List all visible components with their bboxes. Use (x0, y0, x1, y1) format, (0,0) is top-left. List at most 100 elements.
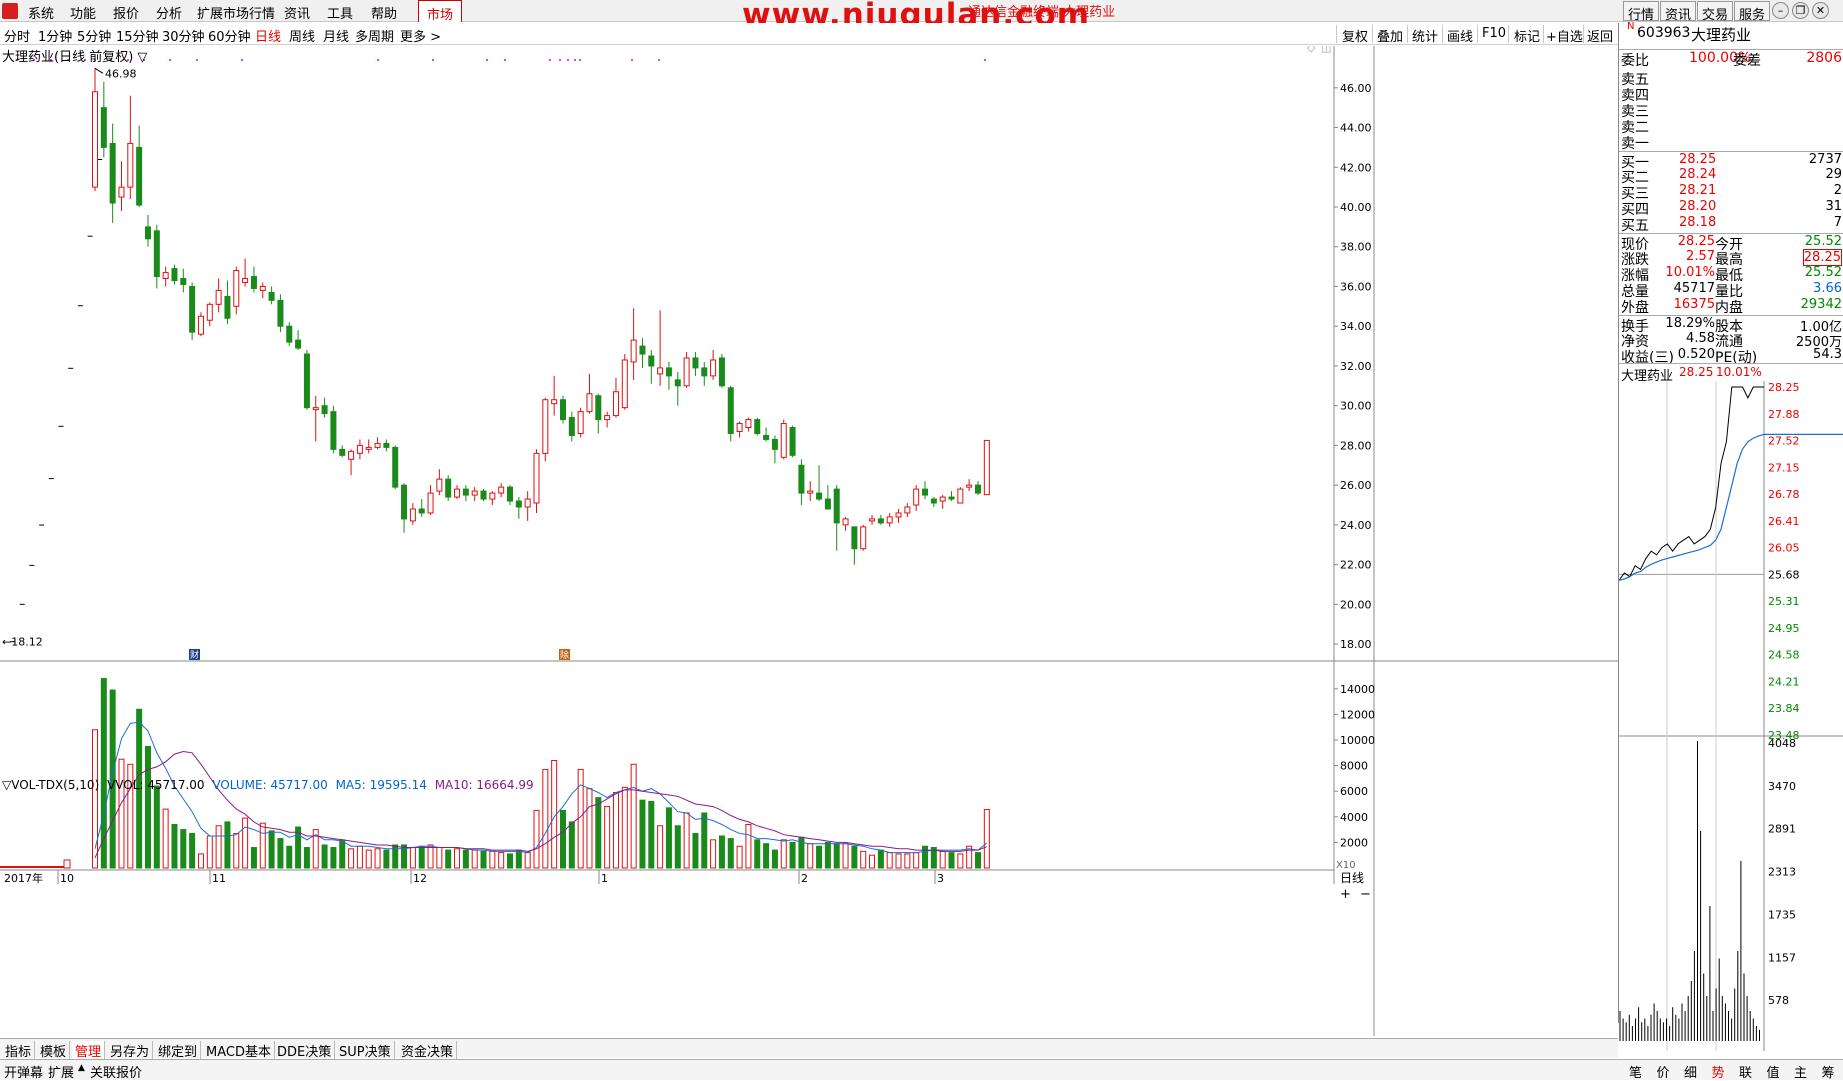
vol-bar-up (118, 758, 125, 869)
minimize-icon[interactable]: – (1772, 2, 1789, 19)
close-icon[interactable]: ✕ (1812, 2, 1829, 19)
period-weekly[interactable]: 周线 (289, 26, 315, 45)
indicator-tab[interactable]: 绑定到 (155, 1041, 202, 1060)
panel-tab[interactable]: 势 (1705, 1062, 1732, 1081)
period-multi[interactable]: 多周期 (355, 26, 394, 45)
panel-tab[interactable]: 值 (1760, 1062, 1787, 1081)
vol-bar-down (445, 849, 452, 869)
vol-bar-up (489, 850, 496, 869)
candle-down (754, 419, 761, 434)
vol-bar-down (303, 847, 310, 869)
signal-dot (377, 59, 379, 61)
mini-price-label: 27.88 (1768, 408, 1800, 421)
panel-tab[interactable]: 联 (1732, 1062, 1759, 1081)
menu-market[interactable]: 市场 (418, 0, 463, 23)
mini-vol-label: 2891 (1768, 823, 1796, 836)
mini-price-label: 25.68 (1768, 568, 1800, 581)
candle-down (595, 395, 602, 421)
menu-system[interactable]: 系统 (28, 3, 54, 22)
vol-bar-up (454, 848, 461, 869)
tool-back[interactable]: 返回 (1587, 26, 1613, 45)
period-label: 日线 (1340, 871, 1364, 885)
menu-function[interactable]: 功能 (70, 3, 96, 22)
vol-bar-up (215, 825, 222, 869)
restore-icon[interactable]: ❐ (1792, 2, 1809, 19)
panel-tab[interactable]: 筹 (1815, 1062, 1842, 1081)
vol-bar-down (701, 812, 708, 869)
panel-tab[interactable]: 价 (1650, 1062, 1677, 1081)
toolbar-separator (1372, 25, 1373, 43)
menu-ext-market[interactable]: 扩展市场行情 (197, 3, 275, 22)
period-5min[interactable]: 5分钟 (77, 26, 111, 45)
vol-bar-up (233, 832, 240, 869)
period-15min[interactable]: 15分钟 (116, 26, 159, 45)
vol-bar-up (206, 835, 213, 869)
menu-analysis[interactable]: 分析 (156, 3, 182, 22)
indicator-tab[interactable]: SUP决策 (336, 1041, 395, 1060)
period-more[interactable]: 更多 > (400, 26, 441, 45)
buy-row[interactable]: 买五 28.18 7 (1619, 215, 1843, 234)
date-axis-label: 12 (413, 872, 427, 885)
date-axis-label: 10 (60, 872, 74, 885)
menu-quote[interactable]: 报价 (113, 3, 139, 22)
tool-overlay[interactable]: 叠加 (1377, 26, 1403, 45)
indicator-tab[interactable]: 指标 (2, 1041, 36, 1060)
indicator-tab[interactable]: 资金决策 (398, 1041, 458, 1060)
btn-linked-quote[interactable]: 关联报价 (90, 1062, 142, 1081)
period-60min[interactable]: 60分钟 (208, 26, 251, 45)
vol-bar-up (780, 839, 787, 869)
status-bar: 开弹幕 扩展 ▲ 关联报价 笔价细势联值主筹 (0, 1059, 1843, 1081)
btn-market[interactable]: 行情 (1623, 1, 1660, 23)
candle-down (824, 498, 831, 510)
candle-down (462, 488, 469, 496)
indicator-tab[interactable]: 模板 (37, 1041, 71, 1060)
vol-bar-down (224, 821, 231, 869)
vol-bar-up (586, 788, 593, 869)
vol-bar-up (939, 850, 946, 869)
period-1min[interactable]: 1分钟 (38, 26, 72, 45)
indicator-tab[interactable]: 管理 (72, 1041, 106, 1060)
indicator-tab[interactable]: 另存为 (107, 1041, 154, 1060)
vol-indicator-name[interactable]: ▽VOL-TDX(5,10) (2, 778, 99, 792)
candle-down (268, 291, 275, 301)
indicator-tab[interactable]: DDE决策 (274, 1041, 336, 1060)
buy-price: 28.20 (1679, 199, 1717, 214)
candle-down (339, 448, 346, 456)
kline-chart-svg[interactable]: 46.00 44.00 42.00 40.00 38.00 36.00 34.00 32.00… (0, 46, 1618, 1036)
period-30min[interactable]: 30分钟 (162, 26, 205, 45)
candle-up (957, 488, 964, 504)
tool-adjust[interactable]: 复权 (1342, 26, 1368, 45)
btn-extend[interactable]: 扩展 (48, 1062, 74, 1081)
vol-bar-up (356, 845, 363, 869)
period-timeshare[interactable]: 分时 (4, 26, 30, 45)
tool-mark[interactable]: 标记 (1514, 26, 1540, 45)
panel-tab[interactable]: 主 (1787, 1062, 1814, 1081)
vol-volume: VOLUME: 45717.00 (212, 778, 328, 792)
tool-add-watchlist[interactable]: +自选 (1546, 26, 1583, 45)
btn-news[interactable]: 资讯 (1660, 1, 1697, 23)
tool-stats[interactable]: 统计 (1412, 26, 1438, 45)
menu-news[interactable]: 资讯 (284, 3, 310, 22)
period-daily[interactable]: 日线 (255, 26, 281, 45)
panel-tab[interactable]: 笔 (1622, 1062, 1649, 1081)
btn-danmaku[interactable]: 开弹幕 (4, 1062, 43, 1081)
menu-tools[interactable]: 工具 (327, 3, 353, 22)
btn-service[interactable]: 服务 (1734, 1, 1771, 23)
candle-up (348, 450, 355, 460)
kline-title[interactable]: 大理药业(日线 前复权) ▽ (2, 46, 147, 65)
sell-row[interactable]: 卖一 (1619, 133, 1843, 152)
candle-up (736, 423, 743, 432)
toolbar-separator (1508, 25, 1509, 43)
date-axis-label: 1 (601, 872, 608, 885)
kline-chart-area[interactable]: 46.00 44.00 42.00 40.00 38.00 36.00 34.00 32.00… (0, 46, 1618, 1036)
intraday-mini-chart[interactable]: 28.25 27.88 27.52 27.15 26.78 26.41 26.05 25.68… (1619, 381, 1843, 1061)
indicator-tab[interactable]: MACD基本 (203, 1041, 275, 1060)
period-monthly[interactable]: 月线 (323, 26, 349, 45)
menu-help[interactable]: 帮助 (371, 3, 397, 22)
quote-value: 28.25 (1677, 234, 1715, 249)
panel-tab[interactable]: 细 (1677, 1062, 1704, 1081)
buy-price: 28.25 (1679, 152, 1717, 167)
btn-trade[interactable]: 交易 (1697, 1, 1734, 23)
tool-draw[interactable]: 画线 (1447, 26, 1473, 45)
tool-f10[interactable]: F10 (1482, 26, 1506, 41)
